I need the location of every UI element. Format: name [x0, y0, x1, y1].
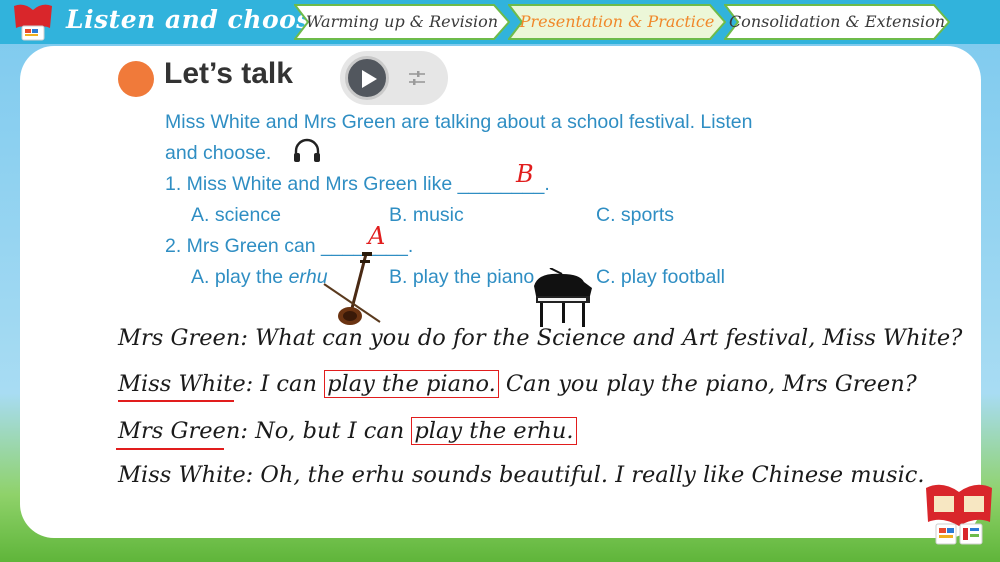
tab-label: Consolidation & Extension — [728, 12, 946, 31]
question-1-answer: B — [516, 160, 534, 188]
dialogue-line-2: Miss White: I can play the piano. Can yo… — [118, 370, 917, 398]
question-1-option-b[interactable]: B. music — [389, 204, 464, 227]
tab-presentation[interactable]: Presentation & Practice — [508, 4, 726, 40]
speaker-underline — [118, 400, 234, 402]
tab-consolidation[interactable]: Consolidation & Extension — [724, 4, 950, 40]
speaker-underline — [116, 448, 224, 450]
highlighted-answer: play the piano. — [324, 370, 499, 398]
play-icon — [362, 70, 377, 88]
section-heading: Let’s talk — [164, 57, 293, 90]
highlighted-answer: play the erhu. — [411, 417, 577, 445]
option-text: A. play the — [191, 266, 289, 288]
tab-label: Warming up & Revision — [305, 12, 499, 31]
dialogue-text: : I can — [245, 371, 325, 397]
book-mascot-icon — [926, 484, 992, 545]
question-1-option-a[interactable]: A. science — [191, 204, 281, 227]
audio-player — [340, 51, 448, 105]
speaker-name: Mrs Green — [118, 325, 241, 351]
dialogue-line-3: Mrs Green: No, but I can play the erhu. — [118, 417, 577, 445]
dialogue-text: Can you play the piano, Mrs Green? — [498, 371, 917, 397]
erhu-icon — [323, 252, 381, 325]
question-2-option-b[interactable]: B. play the piano — [389, 266, 534, 289]
piano-icon — [534, 268, 592, 327]
dialogue-text: : What can you do for the Science and Ar… — [240, 325, 963, 351]
speaker-name: Miss White — [118, 462, 246, 488]
sliders-icon[interactable] — [408, 69, 426, 87]
orange-bullet — [118, 61, 154, 97]
question-2-option-a[interactable]: A. play the erhu — [191, 266, 328, 289]
page-title: Listen and choose — [66, 5, 328, 34]
play-button[interactable] — [345, 56, 389, 100]
speaker-name: Miss White — [118, 371, 246, 397]
dialogue-text: : Oh, the erhu sounds beautiful. I reall… — [245, 462, 925, 488]
speaker-name: Mrs Green — [118, 418, 241, 444]
question-1-prompt: 1. Miss White and Mrs Green like _______… — [165, 173, 550, 195]
book-logo-icon — [14, 4, 52, 41]
tab-label: Presentation & Practice — [519, 12, 715, 31]
question-2-option-c[interactable]: C. play football — [596, 266, 725, 289]
tab-warming-up[interactable]: Warming up & Revision — [294, 4, 510, 40]
dialogue-text: : No, but I can — [240, 418, 412, 444]
instruction-line-2: and choose. — [165, 142, 272, 164]
dialogue-line-4: Miss White: Oh, the erhu sounds beautifu… — [118, 462, 925, 488]
question-2-answer: A — [368, 222, 386, 250]
instruction-line-1: Miss White and Mrs Green are talking abo… — [165, 111, 753, 133]
question-1-option-c[interactable]: C. sports — [596, 204, 674, 227]
dialogue-line-1: Mrs Green: What can you do for the Scien… — [118, 325, 962, 351]
headphones-icon — [294, 138, 320, 162]
